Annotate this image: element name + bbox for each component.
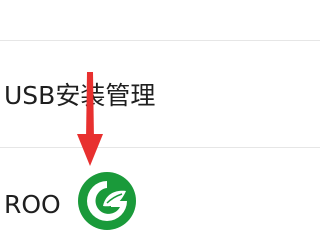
usb-install-management-item[interactable]: USB安装管理	[0, 41, 320, 147]
red-arrow-annotation	[77, 72, 103, 166]
root-item-label: ROO	[4, 189, 61, 219]
root-item[interactable]: ROO	[0, 148, 320, 240]
green-leaf-logo-icon	[78, 172, 136, 230]
